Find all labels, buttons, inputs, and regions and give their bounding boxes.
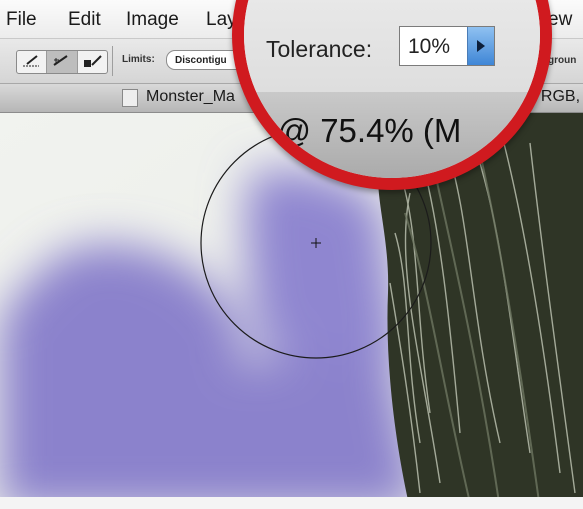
tolerance-slider-button[interactable] <box>467 27 494 65</box>
doc-icon <box>122 89 138 107</box>
menu-edit[interactable]: Edit <box>68 9 101 31</box>
zoom-callout: Tolerance: 10% d @ 75.4% (M <box>232 0 552 190</box>
document-title: Monster_Ma <box>146 88 235 105</box>
sampling-continuous-button[interactable] <box>17 51 48 73</box>
sampling-continuous-icon <box>23 55 39 67</box>
background-option-label: groun <box>548 55 577 66</box>
sampling-background-button[interactable] <box>78 51 107 73</box>
tolerance-field[interactable]: 10% <box>399 26 495 66</box>
photoshop-window: File Edit Image Lay ew Limits: Discontig… <box>0 0 583 509</box>
sampling-once-icon <box>53 55 68 66</box>
sampling-background-swatch-icon <box>83 55 102 67</box>
sampling-once-button[interactable] <box>47 51 78 73</box>
callout-zoom-title: d @ 75.4% (M <box>250 112 462 149</box>
menu-image[interactable]: Image <box>126 9 179 31</box>
sampling-button-group <box>16 50 108 74</box>
tolerance-label: Tolerance: <box>266 36 373 62</box>
menu-file[interactable]: File <box>6 9 37 31</box>
arrow-right-icon <box>477 40 485 52</box>
limits-label: Limits: <box>122 54 155 65</box>
options-separator <box>112 46 113 76</box>
tolerance-value: 10% <box>408 35 451 58</box>
